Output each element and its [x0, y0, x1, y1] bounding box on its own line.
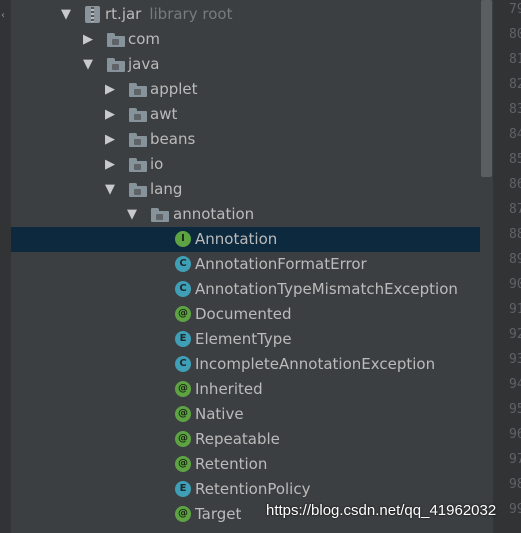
project-tree: ▼ rt.jar library root ▶ com ▼ java ▶ appl… — [11, 0, 480, 533]
tree-node-label: Native — [195, 405, 244, 423]
tree-node-com[interactable]: ▶ com — [11, 27, 480, 52]
line-number: 83 — [509, 102, 521, 117]
package-folder-icon — [129, 183, 147, 197]
class-icon: C — [175, 256, 191, 272]
tree-node-lang[interactable]: ▼ lang — [11, 177, 480, 202]
tree-node-label: Repeatable — [195, 430, 280, 448]
line-number: 86 — [509, 177, 521, 192]
left-tool-strip: ‹ — [0, 0, 11, 533]
tree-node-beans[interactable]: ▶ beans — [11, 127, 480, 152]
collapse-arrow-icon[interactable]: ▶ — [103, 102, 117, 127]
tree-node-label: com — [128, 30, 161, 48]
line-number: 88 — [509, 227, 521, 242]
class-icon: C — [175, 281, 191, 297]
line-number: 99 — [509, 502, 521, 517]
editor-line-gutter: 79 80 81 82 83 84 85 86 87 88 89 90 91 9… — [493, 0, 521, 533]
jar-icon — [85, 6, 100, 23]
line-number: 84 — [509, 127, 521, 142]
package-folder-icon — [107, 33, 125, 47]
expand-arrow-icon[interactable]: ▼ — [103, 177, 117, 202]
tree-node-rt-jar[interactable]: ▼ rt.jar library root — [11, 2, 480, 27]
tree-node-class[interactable]: @ Inherited — [11, 377, 480, 402]
package-folder-icon — [151, 208, 169, 222]
line-number: 95 — [509, 402, 521, 417]
tree-node-class[interactable]: C AnnotationFormatError — [11, 252, 480, 277]
line-number: 93 — [509, 352, 521, 367]
line-number: 97 — [509, 452, 521, 467]
line-number: 85 — [509, 152, 521, 167]
line-number: 87 — [509, 202, 521, 217]
tree-node-label: AnnotationFormatError — [195, 255, 367, 273]
tree-node-class[interactable]: C AnnotationTypeMismatchException — [11, 277, 480, 302]
tree-node-class[interactable]: @ Retention — [11, 452, 480, 477]
tree-node-class[interactable]: @ Native — [11, 402, 480, 427]
package-folder-icon — [129, 83, 147, 97]
annotation-icon: @ — [175, 506, 191, 522]
expand-arrow-icon[interactable]: ▼ — [125, 202, 139, 227]
tree-node-label: Inherited — [195, 380, 263, 398]
interface-icon: I — [175, 231, 191, 247]
tree-node-label: Annotation — [195, 230, 278, 248]
tree-node-label: applet — [150, 80, 198, 98]
watermark-text: https://blog.csdn.net/qq_41962032 — [266, 502, 497, 519]
library-root-hint: library root — [149, 5, 233, 23]
tree-node-label: lang — [150, 180, 183, 198]
collapse-arrow-icon[interactable]: ▶ — [81, 27, 95, 52]
tree-node-label: AnnotationTypeMismatchException — [195, 280, 458, 298]
tree-node-class[interactable]: C IncompleteAnnotationException — [11, 352, 480, 377]
annotation-icon: @ — [175, 406, 191, 422]
annotation-icon: @ — [175, 381, 191, 397]
tree-node-class[interactable]: E RetentionPolicy — [11, 477, 480, 502]
line-number: 94 — [509, 377, 521, 392]
tree-node-label: ElementType — [195, 330, 292, 348]
expand-arrow-icon[interactable]: ▼ — [81, 52, 95, 77]
tree-node-label: java — [128, 55, 160, 73]
tree-node-label: annotation — [173, 205, 255, 223]
tree-node-applet[interactable]: ▶ applet — [11, 77, 480, 102]
chevron-left-icon[interactable]: ‹ — [1, 10, 5, 21]
tree-node-awt[interactable]: ▶ awt — [11, 102, 480, 127]
line-number: 81 — [509, 52, 521, 67]
enum-icon: E — [175, 331, 191, 347]
enum-icon: E — [175, 481, 191, 497]
package-folder-icon — [129, 158, 147, 172]
line-number: 96 — [509, 427, 521, 442]
line-number: 79 — [509, 2, 521, 17]
tree-node-java[interactable]: ▼ java — [11, 52, 480, 77]
tree-node-label: io — [150, 155, 164, 173]
tree-node-label: RetentionPolicy — [195, 480, 311, 498]
tree-node-label: rt.jar — [105, 5, 142, 23]
tree-node-label: IncompleteAnnotationException — [195, 355, 436, 373]
line-number: 82 — [509, 77, 521, 92]
line-number: 91 — [509, 302, 521, 317]
tree-node-class[interactable]: @ Documented — [11, 302, 480, 327]
line-number: 80 — [509, 27, 521, 42]
tree-node-annotation[interactable]: ▼ annotation — [11, 202, 480, 227]
package-folder-icon — [129, 133, 147, 147]
collapse-arrow-icon[interactable]: ▶ — [103, 77, 117, 102]
expand-arrow-icon[interactable]: ▼ — [59, 2, 73, 27]
tree-node-label: Documented — [195, 305, 292, 323]
scrollbar-thumb[interactable] — [481, 0, 492, 177]
package-folder-icon — [107, 58, 125, 72]
tree-node-label: Retention — [195, 455, 268, 473]
tree-node-label: awt — [150, 105, 178, 123]
annotation-icon: @ — [175, 431, 191, 447]
tree-node-class[interactable]: @ Repeatable — [11, 427, 480, 452]
tree-node-label: beans — [150, 130, 196, 148]
collapse-arrow-icon[interactable]: ▶ — [103, 127, 117, 152]
line-number: 92 — [509, 327, 521, 342]
line-number: 89 — [509, 252, 521, 267]
line-number: 90 — [509, 277, 521, 292]
package-folder-icon — [129, 108, 147, 122]
tree-node-class[interactable]: E ElementType — [11, 327, 480, 352]
tree-node-class[interactable]: I Annotation — [11, 227, 480, 252]
tree-node-label: Target — [195, 505, 242, 523]
line-number: 98 — [509, 477, 521, 492]
annotation-icon: @ — [175, 306, 191, 322]
tree-node-io[interactable]: ▶ io — [11, 152, 480, 177]
collapse-arrow-icon[interactable]: ▶ — [103, 152, 117, 177]
annotation-icon: @ — [175, 456, 191, 472]
class-icon: C — [175, 356, 191, 372]
